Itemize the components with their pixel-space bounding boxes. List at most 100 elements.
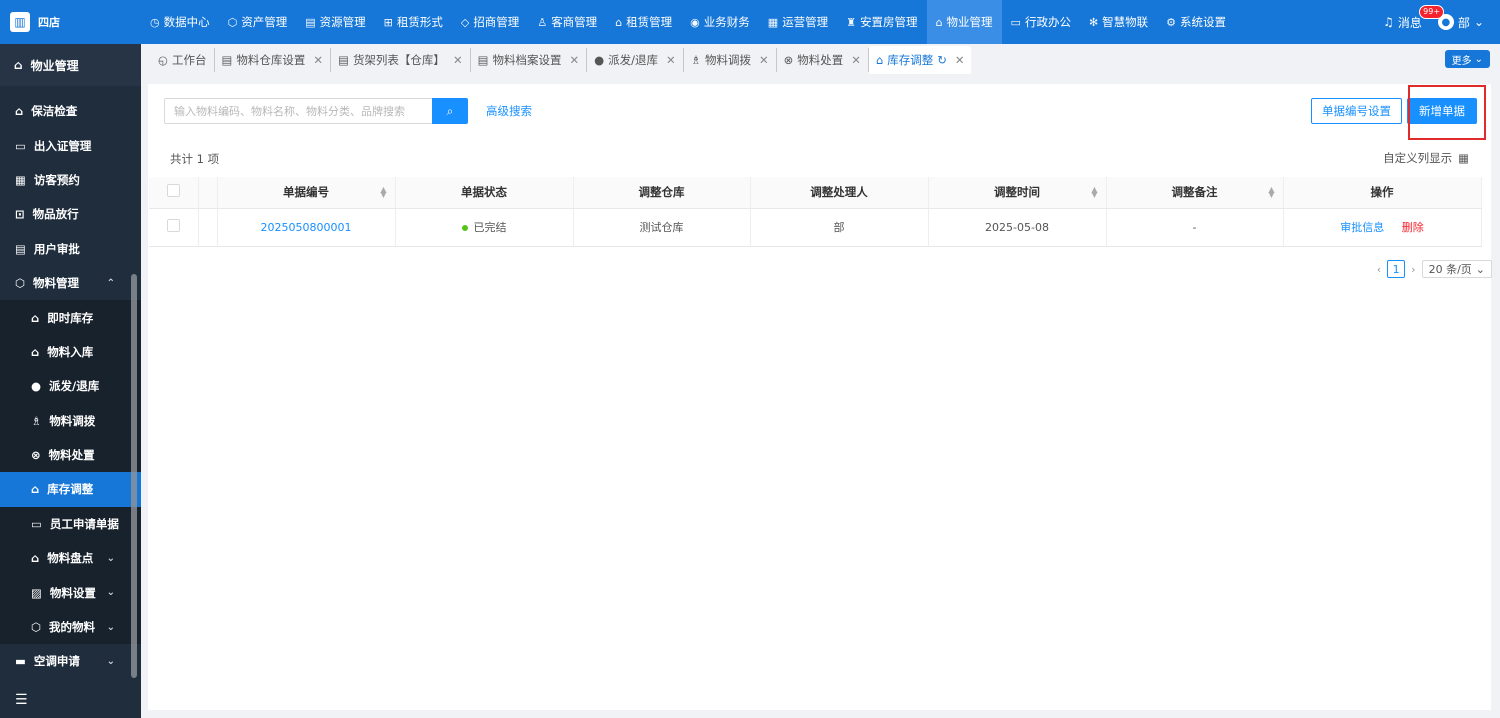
sidebar-item[interactable]: ▬ 空调申请 ⌄ (0, 644, 141, 678)
more-label: 更多 (1451, 55, 1472, 67)
nav-item[interactable]: ◷ 数据中心 (141, 0, 219, 44)
approval-info-link[interactable]: 审批信息 (1340, 221, 1384, 234)
tab[interactable]: ▤ 物料档案设置 ✕ (471, 48, 588, 72)
col-time[interactable]: 调整时间 ▲ ▼ (928, 177, 1107, 209)
sidebar-item[interactable]: ⌂ 物料入库 (0, 334, 141, 370)
sidebar-item[interactable]: ▭ 出入证管理 (0, 128, 141, 162)
sort-icon[interactable]: ▲ ▼ (380, 186, 386, 199)
close-icon[interactable]: ✕ (955, 53, 965, 67)
tab[interactable]: ▤ 货架列表【仓库】 ✕ (331, 48, 471, 72)
close-icon[interactable]: ✕ (313, 53, 323, 67)
close-icon[interactable]: ✕ (851, 53, 861, 67)
custom-columns-button[interactable]: 自定义列显示 ▦ (1383, 150, 1469, 166)
search-input[interactable] (164, 98, 432, 124)
sidebar-item-label: 物料设置 (49, 585, 96, 600)
sidebar-item[interactable]: ♗ 物料调拨 (0, 403, 141, 438)
refresh-icon[interactable]: ↻ (937, 53, 947, 67)
sidebar-item[interactable]: ▨ 物料设置 ⌄ (0, 575, 141, 610)
sidebar-item[interactable]: ● 派发/退库 (0, 369, 141, 404)
nav-item[interactable]: ♙ 客商管理 (528, 0, 606, 44)
brand[interactable]: ▥ 四店 (0, 0, 141, 44)
sidebar-item-label: 物料处置 (48, 448, 95, 463)
sidebar-item[interactable]: ⌂ 物料盘点 ⌄ (0, 541, 141, 576)
user-menu[interactable]: ● 部 ⌄ (1437, 14, 1484, 31)
tab[interactable]: ▤ 物料仓库设置 ✕ (215, 48, 332, 72)
sidebar-item-label: 我的物料 (49, 620, 96, 635)
nav-item[interactable]: ⌂ 租赁管理 (606, 0, 681, 44)
more-tabs-button[interactable]: 更多 ⌄ (1444, 50, 1490, 68)
tab[interactable]: ◵ 工作台 (151, 48, 215, 72)
sort-icon[interactable]: ▲ ▼ (1091, 186, 1097, 199)
chevron-icon: ⌃ (106, 277, 115, 289)
sidebar-scrollbar[interactable] (131, 274, 137, 678)
nav-label: 安置房管理 (860, 15, 918, 29)
collapse-sidebar-icon[interactable]: ☰ (15, 692, 28, 708)
sidebar-item-label: 空调申请 (33, 654, 80, 669)
chevron-icon: ⌄ (106, 552, 115, 564)
sidebar-item[interactable]: ⌂ 库存调整 (0, 472, 141, 507)
sidebar-item-icon: ⬡ (15, 276, 26, 291)
messages-button[interactable]: ♫ 消息 99+ (1383, 4, 1445, 31)
nav-item[interactable]: ▦ 运营管理 (759, 0, 837, 44)
sidebar-item[interactable]: ⬡ 我的物料 ⌄ (0, 609, 141, 645)
sidebar-item-label: 出入证管理 (33, 138, 92, 153)
total-count: 共计 1 项 (170, 152, 220, 166)
tab[interactable]: ⌂ 库存调整 ↻ ✕ (868, 46, 972, 74)
nav-item[interactable]: ⚙ 系统设置 (1157, 0, 1235, 44)
nav-item[interactable]: ✻ 智慧物联 (1080, 0, 1157, 44)
close-icon[interactable]: ✕ (569, 53, 579, 67)
nav-item[interactable]: ▭ 行政办公 (1002, 0, 1080, 44)
nav-item[interactable]: ⌂ 物业管理 (926, 0, 1002, 44)
nav-icon: ◉ (690, 15, 700, 29)
sidebar-item-icon: ♗ (31, 413, 42, 428)
current-page[interactable]: 1 (1387, 260, 1406, 278)
sidebar-item[interactable]: ⌂ 即时库存 (0, 300, 141, 335)
nav-item[interactable]: ◉ 业务财务 (681, 0, 759, 44)
sidebar-item[interactable]: ▭ 员工申请单据 (0, 506, 141, 542)
main-content: ⌕ 高级搜索 单据编号设置 新增单据 共计 1 项 自定义列显示 ▦ 单据编号▲… (148, 84, 1492, 710)
sidebar-item[interactable]: ⊗ 物料处置 (0, 437, 141, 473)
sidebar-item-icon: ⬡ (31, 620, 42, 635)
sidebar-item[interactable]: ▦ 访客预约 (0, 163, 141, 197)
sidebar-item[interactable]: ▤ 用户审批 (0, 232, 141, 266)
sidebar-item-icon: ▤ (15, 241, 26, 256)
nav-item[interactable]: ⬡ 资产管理 (219, 0, 297, 44)
prev-page-icon[interactable]: ‹ (1377, 263, 1381, 276)
pagination: ‹ 1 › 20 条/页 ⌄ (1377, 260, 1492, 278)
tab-icon: ▤ (221, 53, 233, 67)
delete-link[interactable]: 删除 (1402, 221, 1424, 234)
advanced-search-link[interactable]: 高级搜索 (486, 103, 532, 119)
table-row: 2025050800001 已完结 测试仓库 部 2025-05-08 - 审批… (149, 208, 1482, 247)
nav-label: 业务财务 (703, 15, 750, 29)
sidebar-item[interactable]: ⊡ 物品放行 (0, 197, 141, 231)
nav-label: 资产管理 (241, 15, 288, 29)
close-icon[interactable]: ✕ (453, 53, 463, 67)
main-nav: ◷ 数据中心 ⬡ 资产管理 ▤ 资源管理 ⊞ 租赁形式 ◇ 招商管理 ♙ 客商管理 ⌂ 租赁管理 ◉ 业务财务… (141, 0, 1235, 44)
tab[interactable]: ♗ 物料调拨 ✕ (684, 48, 777, 72)
sort-icon[interactable]: ▲ ▼ (1268, 186, 1274, 199)
page-size-select[interactable]: 20 条/页 ⌄ (1421, 260, 1492, 278)
tab[interactable]: ⊗ 物料处置 ✕ (777, 48, 869, 72)
sidebar-item[interactable]: ⌂ 保洁检查 (0, 94, 141, 128)
tab-label: 物料调拨 (704, 53, 751, 67)
sidebar-header[interactable]: ⌂ 物业管理 (0, 44, 141, 86)
row-checkbox[interactable] (166, 219, 180, 232)
close-icon[interactable]: ✕ (759, 53, 769, 67)
select-all-checkbox[interactable] (166, 184, 180, 198)
search-button[interactable]: ⌕ (432, 98, 468, 124)
doc-no-link[interactable]: 2025050800001 (261, 221, 352, 234)
nav-item[interactable]: ▤ 资源管理 (296, 0, 374, 44)
col-doc-no[interactable]: 单据编号 ▲ ▼ (217, 177, 396, 209)
top-navigation-bar: ▥ 四店 ◷ 数据中心 ⬡ 资产管理 ▤ 资源管理 ⊞ 租赁形式 ◇ 招商管理 ♙ 客商管理 ⌂ 租赁管理… (0, 0, 1500, 44)
close-icon[interactable]: ✕ (666, 53, 676, 67)
nav-item[interactable]: ⊞ 租赁形式 (375, 0, 452, 44)
number-setting-button[interactable]: 单据编号设置 (1311, 98, 1402, 124)
col-remark[interactable]: 调整备注 ▲ ▼ (1106, 177, 1284, 209)
nav-item[interactable]: ◇ 招商管理 (452, 0, 528, 44)
next-page-icon[interactable]: › (1411, 263, 1415, 276)
sidebar-item-label: 库存调整 (47, 482, 94, 497)
nav-item[interactable]: ♜ 安置房管理 (837, 0, 926, 44)
sidebar-item[interactable]: ⬡ 物料管理 ⌃ (0, 266, 141, 300)
tab[interactable]: ● 派发/退库 ✕ (587, 48, 684, 72)
cell-warehouse: 测试仓库 (573, 208, 751, 247)
